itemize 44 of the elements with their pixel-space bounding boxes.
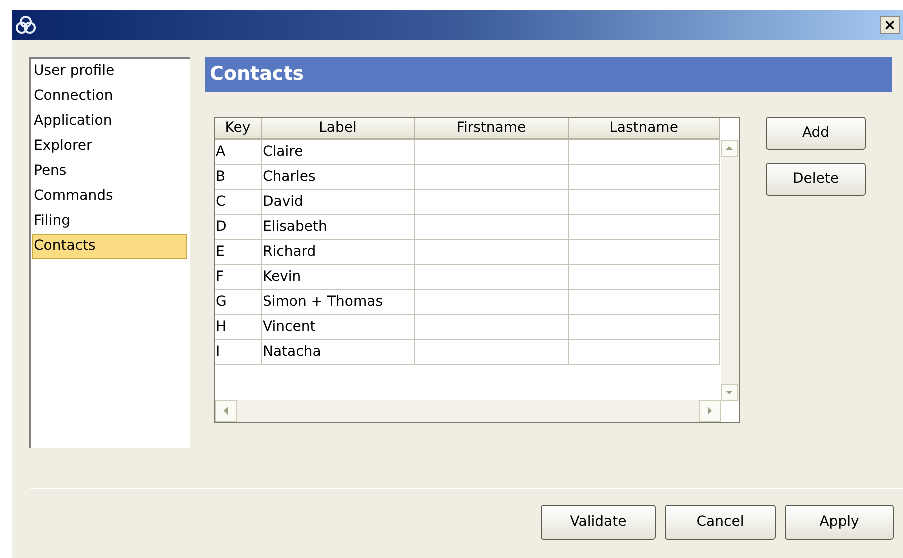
panel-title: Contacts	[210, 62, 304, 88]
table-cell: Kevin	[262, 265, 415, 290]
sidebar-item[interactable]: Connection	[32, 84, 187, 109]
scroll-down-icon[interactable]	[721, 384, 738, 401]
sidebar-item[interactable]: Contacts	[32, 234, 187, 259]
footer-button[interactable]: Apply	[785, 505, 894, 540]
table-cell: Simon + Thomas	[262, 290, 415, 315]
table-cell: F	[215, 265, 262, 290]
vertical-scrollbar[interactable]	[721, 140, 739, 401]
sidebar-item[interactable]: Application	[32, 109, 187, 134]
table-cell: Claire	[262, 140, 415, 165]
column-header[interactable]: Key	[215, 118, 262, 140]
column-header[interactable]: Lastname	[569, 118, 720, 140]
footer-button[interactable]: Validate	[541, 505, 656, 540]
knot-icon	[15, 15, 37, 35]
table-cell: Vincent	[262, 315, 415, 340]
close-button[interactable]: ×	[880, 16, 900, 34]
horizontal-scrollbar[interactable]	[215, 400, 721, 422]
table-cell: G	[215, 290, 262, 315]
sidebar-item[interactable]: User profile	[32, 59, 187, 84]
side-button[interactable]: Add	[766, 117, 866, 150]
table-cell: A	[215, 140, 262, 165]
table-cell: I	[215, 340, 262, 365]
column-header[interactable]: Label	[262, 118, 415, 140]
scroll-up-icon[interactable]	[721, 140, 738, 157]
sidebar-item[interactable]: Filing	[32, 209, 187, 234]
sidebar-item[interactable]: Pens	[32, 159, 187, 184]
scroll-left-icon[interactable]	[215, 400, 237, 422]
table-cell: Elisabeth	[262, 215, 415, 240]
scroll-right-icon[interactable]	[699, 400, 721, 422]
side-button[interactable]: Delete	[766, 163, 866, 196]
table-cell: David	[262, 190, 415, 215]
table-cell: C	[215, 190, 262, 215]
sidebar-item[interactable]: Explorer	[32, 134, 187, 159]
table-cell: H	[215, 315, 262, 340]
table-cell: B	[215, 165, 262, 190]
table-cell: E	[215, 240, 262, 265]
table-cell: Natacha	[262, 340, 415, 365]
table-cell: D	[215, 215, 262, 240]
table-cell: Charles	[262, 165, 415, 190]
sidebar-item[interactable]: Commands	[32, 184, 187, 209]
table-cell: Richard	[262, 240, 415, 265]
column-header[interactable]: Firstname	[415, 118, 569, 140]
footer-button[interactable]: Cancel	[665, 505, 776, 540]
